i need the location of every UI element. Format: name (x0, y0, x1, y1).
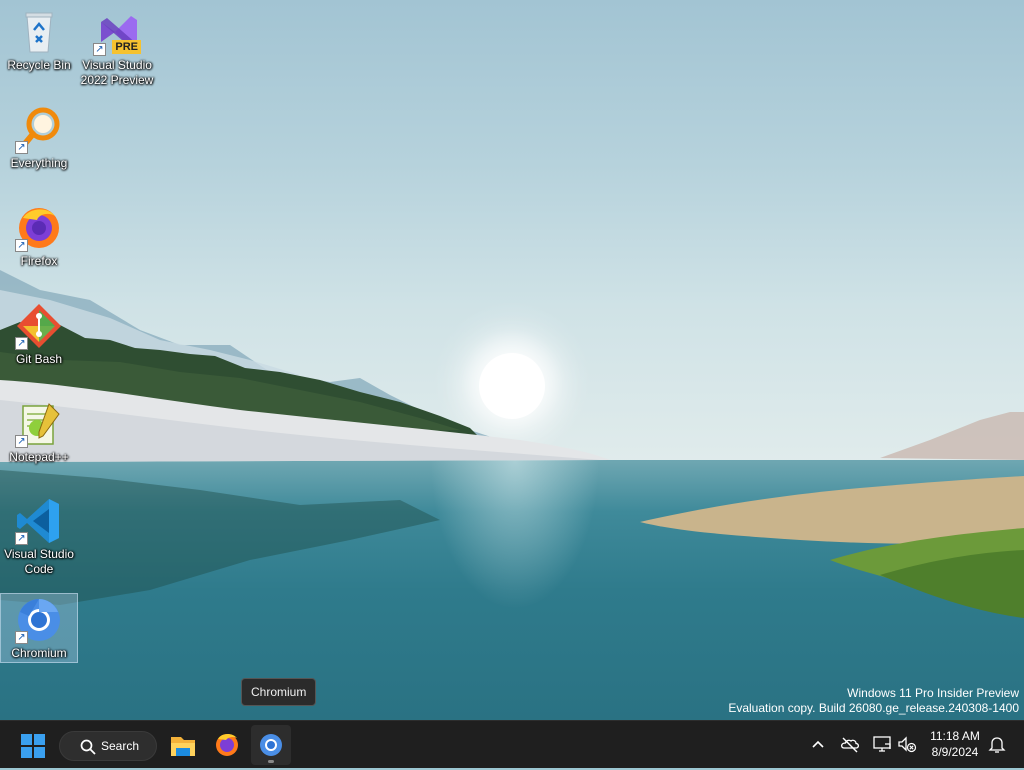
desktop-icon-label: Chromium (11, 646, 67, 660)
everything-search-icon: ↗ (15, 106, 63, 154)
desktop-icon-label-line1: Visual Studio (4, 547, 74, 561)
shortcut-arrow-icon: ↗ (15, 141, 28, 154)
taskbar-app-chromium[interactable] (251, 725, 291, 765)
desktop-icon-firefox[interactable]: ↗ Firefox (1, 204, 77, 274)
shortcut-arrow-icon: ↗ (15, 337, 28, 350)
windows-logo-icon (21, 734, 45, 758)
preview-badge: PRE (112, 40, 141, 54)
notepad-plus-plus-icon: ↗ (15, 400, 63, 448)
running-indicator (268, 760, 274, 763)
firefox-icon: ↗ (15, 204, 63, 252)
shortcut-arrow-icon: ↗ (15, 532, 28, 545)
clock-time: 11:18 AM (930, 729, 980, 743)
recycle-bin-icon (15, 8, 63, 56)
desktop-icon-label: Firefox (20, 254, 58, 268)
desktop-icon-everything[interactable]: ↗ Everything (1, 106, 77, 176)
watermark-edition: Windows 11 Pro Insider Preview (847, 686, 1019, 700)
desktop-icon-label-line1: Visual Studio (82, 58, 152, 72)
taskbar: Search 11:18 AM 8/9/2024 (0, 720, 1024, 768)
chromium-icon (260, 734, 282, 756)
notification-bell-icon[interactable] (986, 733, 1008, 755)
desktop-icon-label: Recycle Bin (7, 58, 71, 72)
git-bash-icon: ↗ (15, 302, 63, 350)
desktop-icon-visual-studio-code[interactable]: ↗ Visual Studio Code (1, 497, 77, 581)
taskbar-app-firefox[interactable] (207, 725, 247, 765)
visual-studio-icon: PRE ↗ (93, 8, 141, 56)
desktop-icon-label-line2: 2022 Preview (80, 73, 154, 87)
firefox-icon (216, 733, 238, 756)
network-icon[interactable] (871, 733, 893, 755)
file-explorer-icon (171, 737, 195, 756)
desktop-wallpaper (0, 0, 1024, 720)
desktop-icon-chromium[interactable]: ↗ Chromium (0, 593, 78, 663)
desktop-icon-label: Everything (10, 156, 68, 170)
desktop-icon-recycle-bin[interactable]: Recycle Bin (1, 8, 77, 78)
taskbar-app-file-explorer[interactable] (163, 725, 203, 765)
onedrive-offline-icon[interactable] (839, 733, 861, 755)
desktop-icon-notepad-plus-plus[interactable]: ↗ Notepad++ (1, 400, 77, 470)
taskbar-tooltip: Chromium (241, 678, 317, 706)
shortcut-arrow-icon: ↗ (15, 631, 28, 644)
desktop-icon-label: Git Bash (15, 352, 63, 366)
search-label: Search (101, 739, 140, 753)
chevron-up-icon[interactable] (807, 733, 829, 755)
chromium-icon: ↗ (15, 596, 63, 644)
vscode-icon: ↗ (15, 497, 63, 545)
watermark-build: Evaluation copy. Build 26080.ge_release.… (728, 701, 1019, 715)
desktop-icon-label-line2: Code (24, 562, 54, 576)
shortcut-arrow-icon: ↗ (15, 435, 28, 448)
search-icon (80, 739, 96, 755)
start-button[interactable] (14, 725, 52, 765)
volume-muted-icon[interactable] (896, 733, 918, 755)
taskbar-search-button[interactable]: Search (59, 731, 157, 761)
shortcut-arrow-icon: ↗ (93, 43, 106, 56)
taskbar-clock[interactable]: 11:18 AM 8/9/2024 (922, 728, 988, 760)
desktop-icon-label: Notepad++ (9, 450, 69, 464)
shortcut-arrow-icon: ↗ (15, 239, 28, 252)
windows-watermark: Windows 11 Pro Insider Preview Evaluatio… (728, 686, 1019, 716)
desktop-icon-visual-studio-2022-preview[interactable]: PRE ↗ Visual Studio 2022 Preview (79, 8, 155, 92)
desktop-icon-git-bash[interactable]: ↗ Git Bash (1, 302, 77, 372)
wallpaper-landscape (0, 270, 1024, 618)
clock-date: 8/9/2024 (931, 745, 979, 759)
